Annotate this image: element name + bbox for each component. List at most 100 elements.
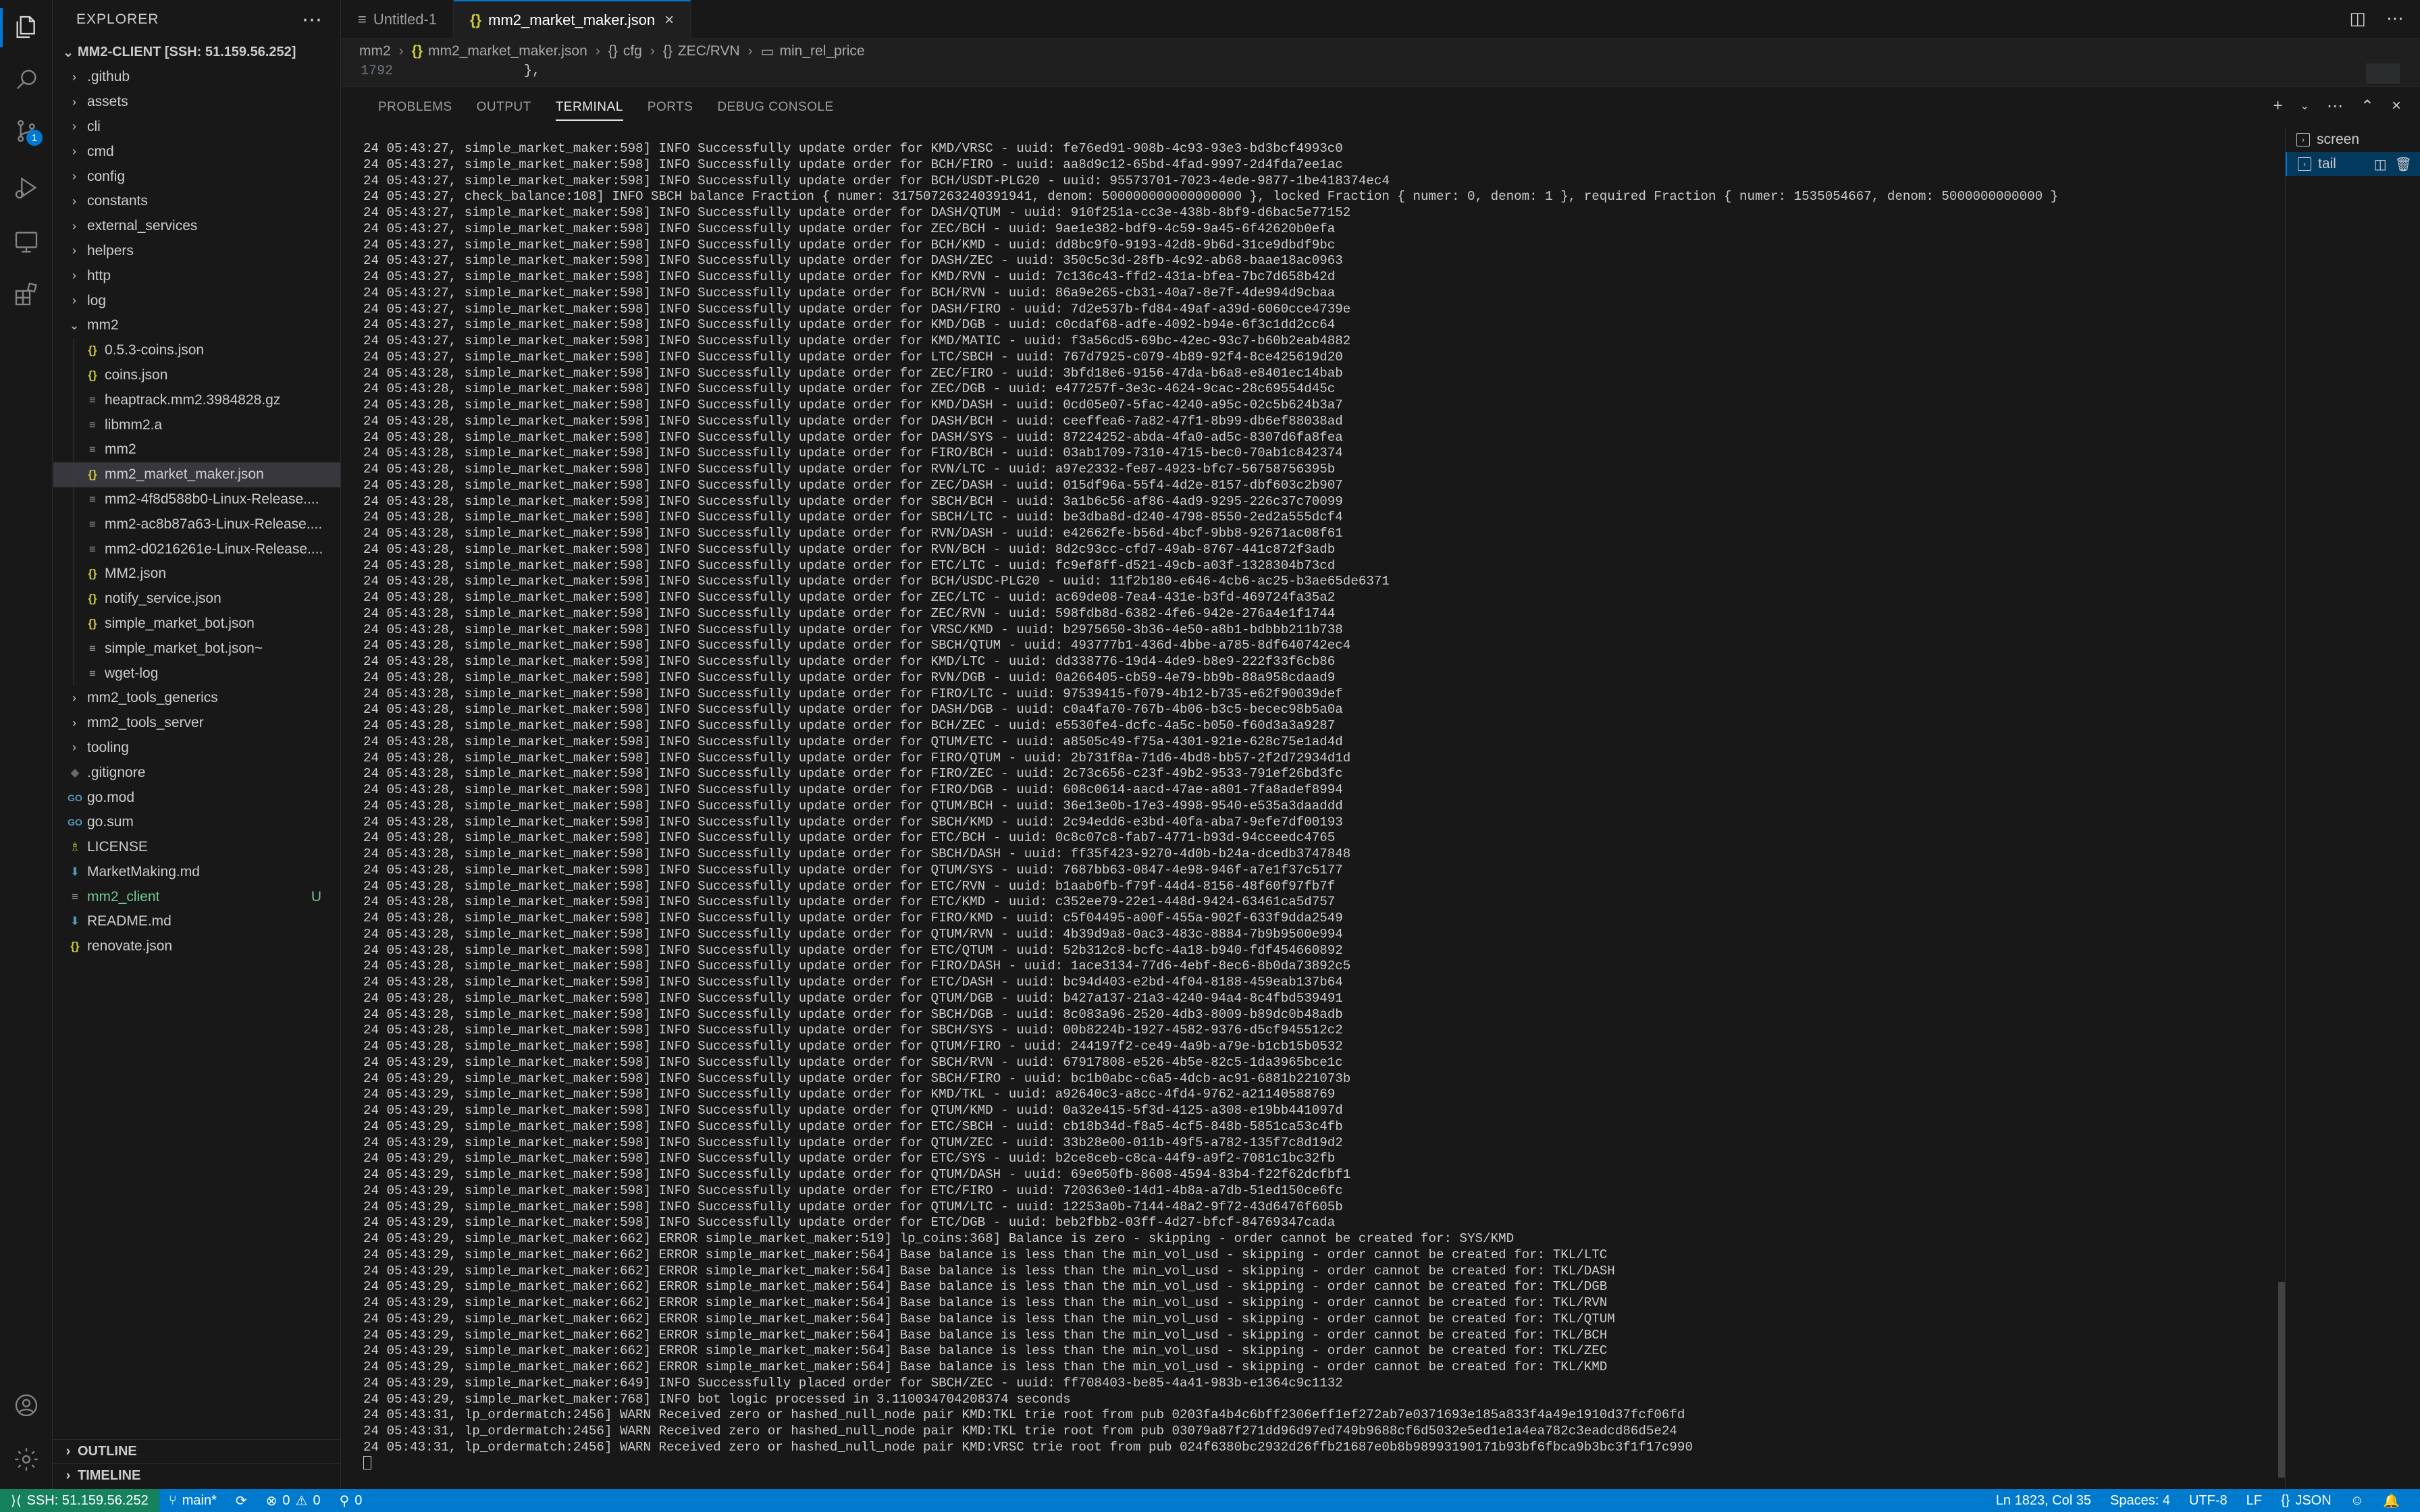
account-icon[interactable]	[11, 1390, 41, 1420]
tree-item[interactable]: ⌄ mm2	[53, 313, 340, 338]
file-text-icon: ≡	[358, 11, 367, 28]
tree-item[interactable]: › tooling	[53, 736, 340, 761]
encoding[interactable]: UTF-8	[2180, 1493, 2237, 1509]
extensions-icon[interactable]	[11, 279, 41, 309]
tree-item[interactable]: {} mm2_market_maker.json	[53, 462, 340, 487]
tree-item[interactable]: ≡ simple_market_bot.json~	[53, 636, 340, 662]
tree-item[interactable]: {} coins.json	[53, 362, 340, 388]
tree-item[interactable]: › external_services	[53, 214, 340, 239]
editor-peek[interactable]: 1792 },	[342, 63, 2420, 86]
tree-item[interactable]: › config	[53, 164, 340, 189]
tree-item[interactable]: ◆ .gitignore	[53, 760, 340, 785]
tree-item[interactable]: {} simple_market_bot.json	[53, 611, 340, 637]
tab-untitled-1[interactable]: ≡ Untitled-1	[342, 0, 454, 39]
terminal-output[interactable]: 24 05:43:27, simple_market_maker:598] IN…	[363, 141, 2274, 1478]
tree-item[interactable]: › log	[53, 288, 340, 313]
notifications-button[interactable]: 🔔	[2373, 1492, 2409, 1509]
maximize-panel-icon[interactable]: ⌃	[2361, 97, 2374, 117]
end-of-line[interactable]: LF	[2237, 1493, 2271, 1509]
breadcrumb-item[interactable]: ZEC/RVN	[678, 43, 740, 59]
tree-item[interactable]: › cli	[53, 115, 340, 140]
file-text-icon: ≡	[89, 418, 96, 431]
more-actions-icon[interactable]: ⋯	[2327, 97, 2343, 117]
tree-item[interactable]: {} renovate.json	[53, 934, 340, 959]
new-terminal-icon[interactable]: +	[2273, 97, 2282, 117]
feedback-button[interactable]: ☺	[2341, 1493, 2373, 1509]
more-actions-icon[interactable]: ⋯	[302, 8, 323, 32]
tab-terminal[interactable]: TERMINAL	[544, 87, 635, 128]
scrollbar-thumb[interactable]	[2278, 1282, 2285, 1478]
tree-item[interactable]: ⬇ README.md	[53, 909, 340, 934]
tree-item[interactable]: ≡ libmm2.a	[53, 412, 340, 437]
sync-button[interactable]: ⟳	[226, 1492, 257, 1509]
more-actions-icon[interactable]: ⋯	[2386, 8, 2404, 29]
indentation[interactable]: Spaces: 4	[2101, 1493, 2180, 1509]
tree-item[interactable]: ≡ heaptrack.mm2.3984828.gz	[53, 387, 340, 413]
remote-explorer-icon[interactable]	[11, 227, 41, 256]
tab-ports[interactable]: PORTS	[635, 87, 706, 128]
tab-output[interactable]: OUTPUT	[465, 87, 544, 128]
markdown-file-icon: ⬇	[70, 915, 80, 928]
terminal-item-screen[interactable]: › screen	[2286, 128, 2420, 152]
tab-mm2-market-maker-json[interactable]: {} mm2_market_maker.json ×	[454, 0, 691, 39]
explorer-icon[interactable]	[11, 12, 41, 42]
terminal-line: 24 05:43:28, simple_market_maker:598] IN…	[363, 846, 1351, 861]
tree-item[interactable]: ≡ mm2-d0216261e-Linux-Release....	[53, 537, 340, 562]
tree-item[interactable]: ⬇ MarketMaking.md	[53, 860, 340, 885]
tree-item[interactable]: ≡ mm2-ac8b87a63-Linux-Release....	[53, 512, 340, 537]
tab-debug-console[interactable]: DEBUG CONSOLE	[705, 87, 845, 128]
trash-icon[interactable]: 🗑	[2395, 156, 2412, 173]
tree-item[interactable]: › cmd	[53, 139, 340, 164]
split-editor-icon[interactable]: ◫	[2349, 8, 2366, 29]
tree-item[interactable]: GO go.sum	[53, 810, 340, 835]
tree-item[interactable]: › helpers	[53, 239, 340, 264]
tab-label: Untitled-1	[373, 11, 437, 28]
timeline-section[interactable]: › TIMELINE	[53, 1463, 340, 1488]
source-control-icon[interactable]: 1	[11, 116, 43, 146]
chevron-down-icon: ⌄	[62, 45, 74, 60]
outline-section[interactable]: › OUTLINE	[53, 1439, 340, 1463]
close-icon[interactable]: ×	[2392, 97, 2401, 117]
terminal-line: 24 05:43:28, simple_market_maker:598] IN…	[363, 1006, 1343, 1022]
chevron-right-icon: ›	[72, 94, 76, 109]
problems-indicator[interactable]: ⊗ 0 ⚠ 0	[257, 1492, 330, 1509]
cursor-position[interactable]: Ln 1823, Col 35	[1987, 1493, 2101, 1509]
settings-gear-icon[interactable]	[11, 1444, 41, 1474]
minimap[interactable]	[2366, 63, 2400, 84]
workspace-root[interactable]: ⌄ MM2-CLIENT [SSH: 51.159.56.252]	[53, 39, 340, 65]
git-branch[interactable]: ⑂ main*	[159, 1493, 226, 1509]
tab-problems[interactable]: PROBLEMS	[366, 87, 465, 128]
tree-item-label: wget-log	[105, 665, 159, 681]
tree-item[interactable]: › assets	[53, 90, 340, 115]
remote-indicator[interactable]: ⟩⟨ SSH: 51.159.56.252	[0, 1489, 159, 1512]
terminal-line: 24 05:43:28, simple_market_maker:598] IN…	[363, 814, 1343, 830]
language-mode[interactable]: {} JSON	[2271, 1493, 2341, 1509]
terminal-item-tail[interactable]: › tail ◫ 🗑	[2286, 152, 2420, 176]
tree-item[interactable]: › .github	[53, 65, 340, 90]
ports-indicator[interactable]: ⚲ 0	[330, 1492, 372, 1509]
terminal-scrollbar[interactable]	[2278, 141, 2285, 1478]
breadcrumb-item[interactable]: mm2	[359, 43, 391, 59]
tree-item[interactable]: GO go.mod	[53, 785, 340, 810]
terminal-line: 24 05:43:28, simple_market_maker:598] IN…	[363, 750, 1351, 765]
split-terminal-icon[interactable]: ◫	[2374, 156, 2387, 173]
tree-item[interactable]: › constants	[53, 189, 340, 214]
run-debug-icon[interactable]	[11, 173, 41, 202]
breadcrumb-item[interactable]: mm2_market_maker.json	[428, 43, 587, 59]
close-icon[interactable]: ×	[664, 11, 674, 30]
tree-item[interactable]: › mm2_tools_server	[53, 711, 340, 736]
tree-item[interactable]: ≡ mm2-4f8d588b0-Linux-Release....	[53, 487, 340, 512]
tree-item[interactable]: {} notify_service.json	[53, 586, 340, 612]
tree-item[interactable]: {} MM2.json	[53, 561, 340, 587]
tree-item[interactable]: › http	[53, 263, 340, 288]
tree-item[interactable]: › mm2_tools_generics	[53, 686, 340, 711]
breadcrumb-item[interactable]: min_rel_price	[780, 43, 865, 59]
tree-item[interactable]: {} 0.5.3-coins.json	[53, 338, 340, 363]
tree-item[interactable]: ≡ mm2	[53, 437, 340, 462]
tree-item[interactable]: ≡ wget-log	[53, 661, 340, 686]
breadcrumb-item[interactable]: cfg	[623, 43, 642, 59]
chevron-down-icon[interactable]: ⌄	[2300, 97, 2309, 117]
tree-item[interactable]: ≡ mm2_client U	[53, 884, 340, 909]
tree-item[interactable]: ♗ LICENSE	[53, 835, 340, 860]
search-icon[interactable]	[11, 65, 41, 94]
